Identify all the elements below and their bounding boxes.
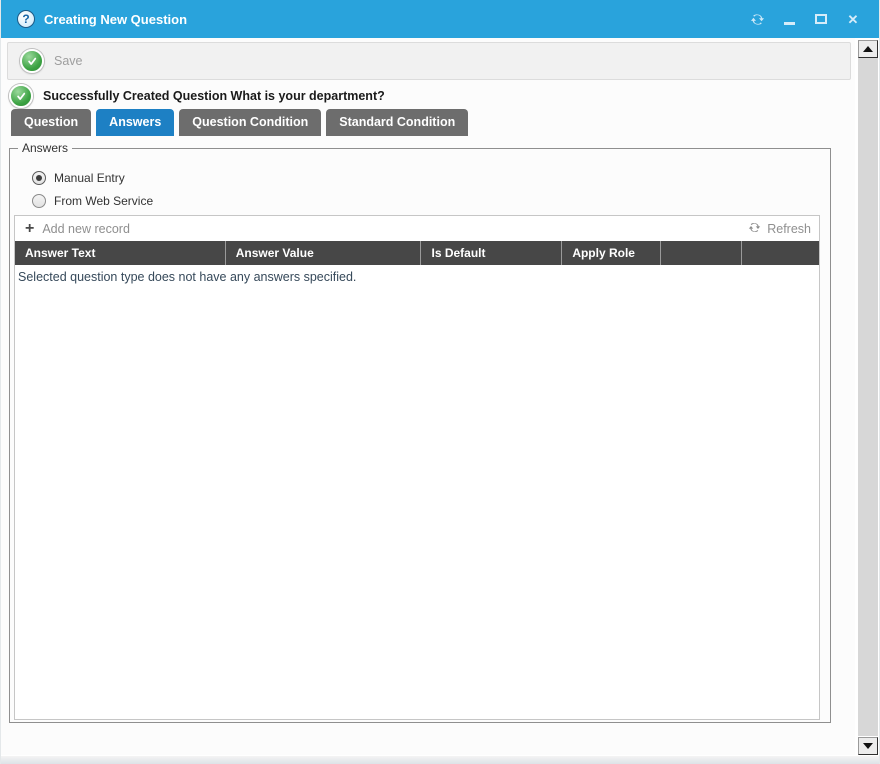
grid-header-row: Answer Text Answer Value Is Default Appl… — [15, 241, 819, 265]
minimize-button[interactable] — [773, 5, 805, 33]
window-title: Creating New Question — [44, 12, 741, 27]
column-header-is-default[interactable]: Is Default — [420, 241, 561, 265]
maximize-button[interactable] — [805, 5, 837, 33]
grid-empty-message: Selected question type does not have any… — [15, 265, 819, 284]
column-header-empty-1 — [660, 241, 741, 265]
save-check-icon — [20, 49, 44, 73]
save-toolbar: Save — [7, 42, 851, 80]
scroll-up-button[interactable] — [858, 40, 878, 58]
column-header-answer-value[interactable]: Answer Value — [225, 241, 421, 265]
success-message: Successfully Created Question What is yo… — [43, 89, 385, 103]
column-header-apply-role[interactable]: Apply Role — [561, 241, 660, 265]
bottom-strip — [1, 755, 879, 764]
vertical-scrollbar — [855, 38, 879, 755]
plus-icon: + — [25, 221, 34, 237]
radio-button-selected-icon[interactable] — [32, 171, 46, 185]
tab-question[interactable]: Question — [11, 109, 91, 136]
maximize-icon — [815, 14, 827, 24]
radio-manual-entry[interactable]: Manual Entry — [32, 169, 125, 187]
add-new-record-button[interactable]: + Add new record — [25, 221, 130, 237]
refresh-icon — [748, 221, 767, 237]
radio-from-web-service[interactable]: From Web Service — [32, 192, 153, 210]
success-check-icon — [9, 84, 33, 108]
help-icon[interactable]: ? — [17, 10, 35, 28]
dialog-window: ? Creating New Question ✕ — [0, 0, 880, 764]
scroll-down-button[interactable] — [858, 737, 878, 755]
grid-refresh-button[interactable]: Refresh — [748, 221, 811, 237]
grid-toolbar: + Add new record Refresh — [15, 216, 819, 241]
close-icon: ✕ — [848, 13, 859, 26]
answers-panel-legend: Answers — [18, 141, 72, 155]
minimize-icon — [784, 22, 795, 25]
close-button[interactable]: ✕ — [837, 5, 869, 33]
radio-from-web-service-label: From Web Service — [54, 194, 153, 208]
grid-body: Selected question type does not have any… — [15, 265, 819, 719]
arrow-up-icon — [863, 46, 873, 52]
grid-refresh-label: Refresh — [767, 222, 811, 236]
column-header-answer-text[interactable]: Answer Text — [15, 241, 225, 265]
window-controls: ✕ — [741, 5, 869, 33]
refresh-icon — [750, 12, 765, 27]
answers-panel: Answers Manual Entry From Web Service + … — [9, 148, 831, 723]
column-header-empty-2 — [741, 241, 819, 265]
main-content: Save Successfully Created Question What … — [1, 38, 855, 755]
radio-button-icon[interactable] — [32, 194, 46, 208]
tab-standard-condition[interactable]: Standard Condition — [326, 109, 468, 136]
add-new-record-label: Add new record — [42, 222, 130, 236]
tab-answers[interactable]: Answers — [96, 109, 174, 136]
refresh-window-icon[interactable] — [741, 5, 773, 33]
save-button[interactable]: Save — [8, 43, 83, 79]
save-label: Save — [54, 54, 83, 68]
tab-strip: Question Answers Question Condition Stan… — [11, 109, 468, 136]
tab-question-condition[interactable]: Question Condition — [179, 109, 321, 136]
arrow-down-icon — [863, 743, 873, 749]
answers-grid: + Add new record Refresh — [14, 215, 820, 720]
title-bar: ? Creating New Question ✕ — [1, 0, 880, 38]
scrollbar-track[interactable] — [858, 57, 878, 736]
status-message-row: Successfully Created Question What is yo… — [9, 84, 385, 108]
radio-manual-entry-label: Manual Entry — [54, 171, 125, 185]
